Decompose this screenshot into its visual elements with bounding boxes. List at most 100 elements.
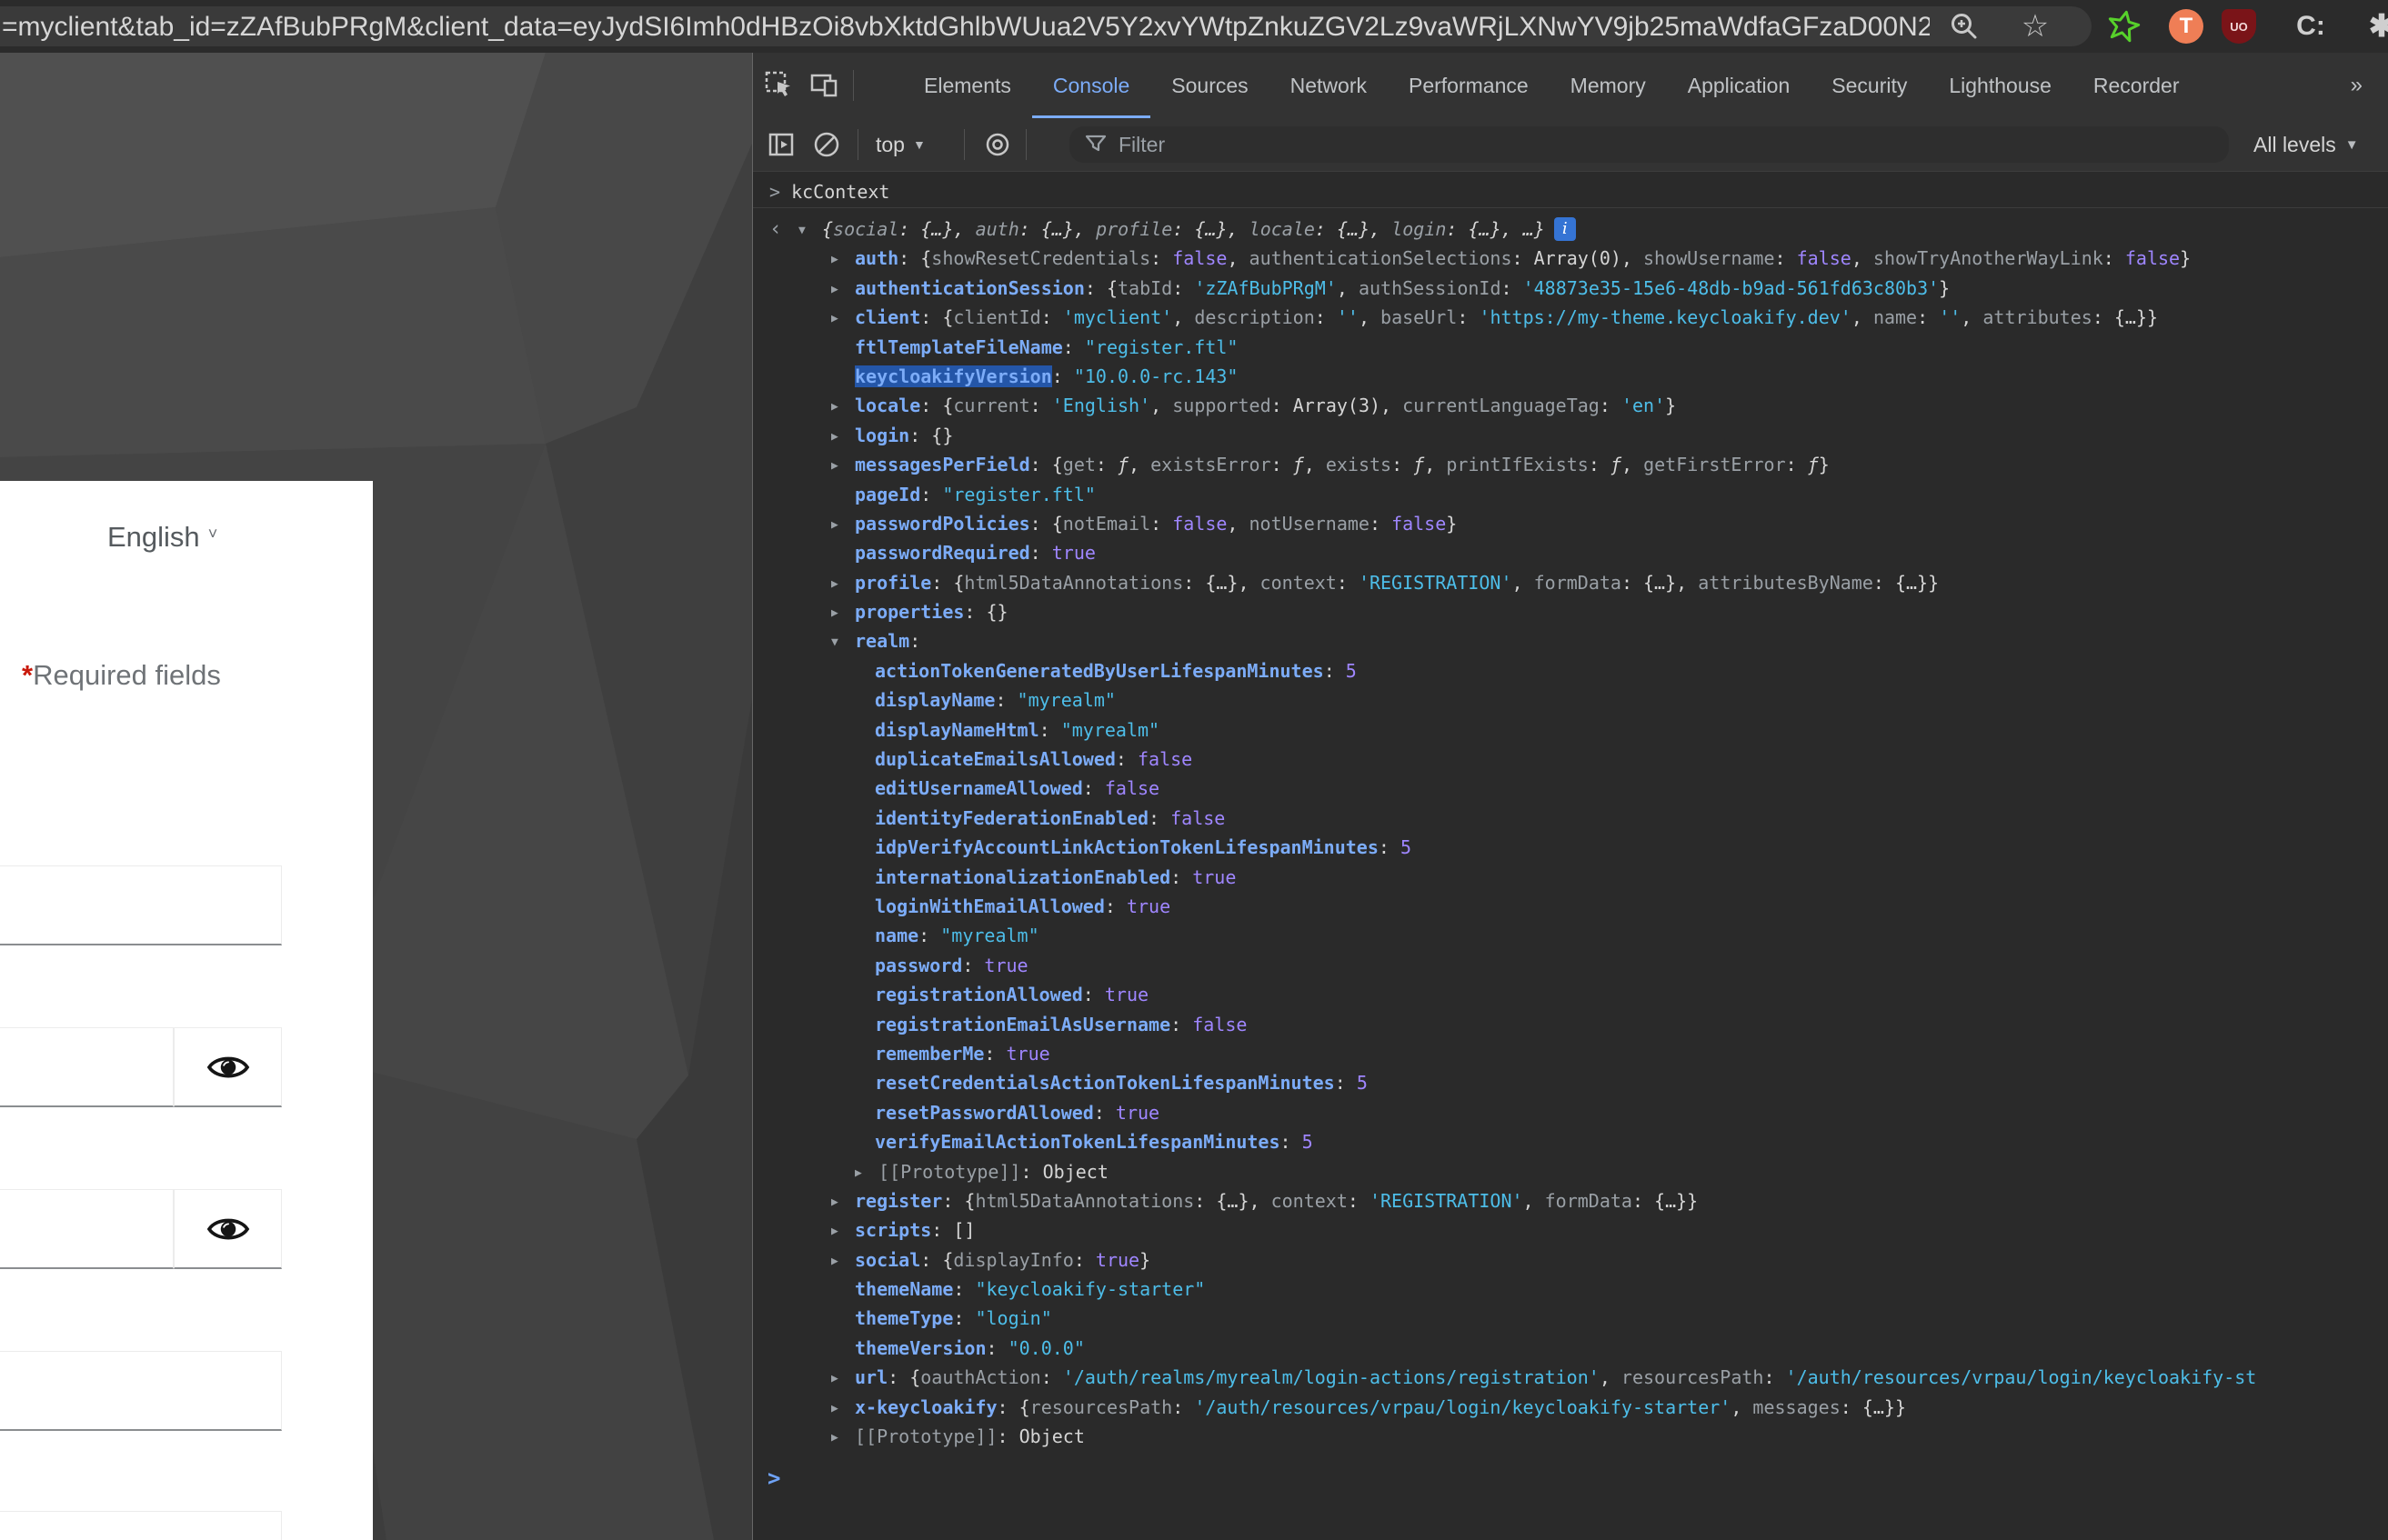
address-bar[interactable]: =myclient&tab_id=zZAfBubPRgM&client_data… (0, 6, 2092, 46)
more-tabs-button[interactable]: » (2351, 73, 2361, 98)
console-token: 'myclient' (1063, 306, 1172, 328)
console-token: : { (1085, 277, 1118, 299)
chevron-down-icon: ˅ (208, 525, 218, 543)
console-token: , (1961, 306, 1982, 328)
disclosure-triangle-icon[interactable]: ▶ (831, 511, 855, 538)
disclosure-triangle-icon[interactable]: ▶ (831, 245, 855, 273)
console-token: , (1227, 247, 1249, 269)
disclosure-triangle-icon[interactable]: ▶ (831, 1247, 855, 1275)
console-token: : {…}} (1841, 1396, 1906, 1418)
console-token: baseUrl (1380, 306, 1457, 328)
password-visibility-toggle-1[interactable] (174, 1027, 282, 1107)
console-token: : (953, 1307, 975, 1329)
disclosure-triangle-icon[interactable]: ▶ (831, 1217, 855, 1245)
execution-context-selector[interactable]: top ▼ (876, 118, 926, 171)
console-token: keycloakifyVersion (855, 365, 1052, 387)
console-token: formData (1545, 1190, 1632, 1212)
console-token: register (855, 1190, 942, 1212)
console-row: internationalizationEnabled: true (753, 863, 2388, 892)
console-token: oauthAction (920, 1366, 1040, 1388)
extension-t-icon[interactable]: T (2169, 9, 2203, 44)
disclosure-triangle-icon[interactable]: ▶ (855, 1159, 878, 1186)
extension-green-star-icon[interactable] (2105, 8, 2142, 45)
tab-network[interactable]: Network (1269, 53, 1388, 118)
password-input-1[interactable] (0, 1027, 174, 1107)
disclosure-triangle-icon[interactable]: ▶ (831, 393, 855, 420)
tab-memory[interactable]: Memory (1550, 53, 1667, 118)
console-token: ƒ (1413, 454, 1424, 475)
log-levels-selector[interactable]: All levels ▼ (2253, 118, 2359, 171)
console-sidebar-toggle-icon[interactable] (762, 125, 800, 164)
password-visibility-toggle-2[interactable] (174, 1189, 282, 1269)
inspect-cursor-icon (764, 70, 795, 101)
disclosure-triangle-icon[interactable]: ▶ (831, 599, 855, 626)
console-token: : {} (909, 425, 953, 446)
console-row: idpVerifyAccountLinkActionTokenLifespanM… (753, 833, 2388, 862)
tab-security[interactable]: Security (1811, 53, 1928, 118)
text-input-1[interactable] (0, 865, 282, 945)
extension-shield-icon[interactable]: UO (2222, 9, 2256, 44)
console-output: > kcContext‹▼{social: {…}, auth: {…}, pr… (753, 171, 2388, 1540)
console-token: } (1665, 395, 1676, 416)
bookmark-star-icon[interactable]: ☆ (2017, 8, 2053, 45)
disclosure-triangle-icon[interactable]: ▶ (831, 1188, 855, 1215)
disclosure-triangle-icon[interactable]: ▶ (831, 452, 855, 479)
console-token: false (1172, 513, 1227, 535)
info-badge-icon[interactable]: i (1554, 217, 1576, 241)
disclosure-triangle-icon[interactable]: ▶ (831, 275, 855, 303)
clear-console-icon[interactable] (808, 125, 846, 164)
device-toolbar-icon[interactable] (806, 66, 844, 105)
zoom-page-icon[interactable] (1946, 8, 1982, 45)
console-token: true (1007, 1043, 1050, 1065)
disclosure-triangle-icon[interactable]: ▶ (831, 423, 855, 450)
console-token: : {…}, (1194, 1190, 1270, 1212)
password-input-2[interactable] (0, 1189, 174, 1269)
console-token: '/auth/resources/vrpau/login/keycloakify… (1786, 1366, 2257, 1388)
inspect-element-icon[interactable] (760, 66, 798, 105)
console-token: "register.ftl" (942, 484, 1096, 505)
console-token: "register.ftl" (1085, 336, 1239, 358)
disclosure-triangle-icon[interactable]: ▶ (831, 1395, 855, 1422)
disclosure-triangle-icon[interactable]: ▶ (831, 570, 855, 597)
extension-cz-icon[interactable]: C: (2293, 9, 2328, 44)
disclosure-triangle-icon[interactable]: ▶ (831, 1424, 855, 1451)
console-token: : { (1030, 454, 1063, 475)
tab-application[interactable]: Application (1667, 53, 1811, 118)
console-token: '/auth/resources/vrpau/login/keycloakify… (1194, 1396, 1731, 1418)
console-row: pageId: "register.ftl" (753, 480, 2388, 509)
extension-partial-icon[interactable]: ✱ (2364, 9, 2388, 44)
console-filter-input[interactable]: Filter (1069, 126, 2229, 163)
console-token: : {…}, …} (1446, 218, 1544, 240)
console-token: : Array(3), (1271, 395, 1403, 416)
console-token: ftlTemplateFileName (855, 336, 1063, 358)
divider (1026, 129, 1027, 160)
console-token: registrationEmailAsUsername (875, 1014, 1170, 1035)
console-token: resourcesPath (1030, 1396, 1173, 1418)
live-expression-eye-icon[interactable] (978, 125, 1017, 164)
tab-performance[interactable]: Performance (1388, 53, 1550, 118)
tab-elements[interactable]: Elements (903, 53, 1032, 118)
console-token: ƒ (1610, 454, 1621, 475)
tab-sources[interactable]: Sources (1150, 53, 1269, 118)
tab-recorder[interactable]: Recorder (2072, 53, 2201, 118)
console-row: ▶[[Prototype]]: Object (753, 1157, 2388, 1186)
console-token: : (1150, 247, 1172, 269)
disclosure-triangle-icon[interactable]: ▶ (831, 305, 855, 332)
disclosure-triangle-icon[interactable]: ▶ (831, 1365, 855, 1392)
console-token: registrationAllowed (875, 984, 1083, 1005)
url-text[interactable]: =myclient&tab_id=zZAfBubPRgM&client_data… (2, 6, 1930, 46)
disclosure-triangle-icon[interactable]: ▼ (798, 216, 822, 244)
console-token: profile (855, 572, 931, 594)
console-token: : (2103, 247, 2125, 269)
tab-lighthouse[interactable]: Lighthouse (1928, 53, 2072, 118)
text-input-3-partial[interactable] (0, 1511, 282, 1540)
disclosure-triangle-icon[interactable]: ▼ (831, 628, 855, 655)
console-token: clientId (953, 306, 1040, 328)
console-token: : (1337, 572, 1359, 594)
language-selector[interactable]: English˅ (107, 521, 217, 554)
text-input-2[interactable] (0, 1351, 282, 1431)
console-token: authenticationSelections (1249, 247, 1512, 269)
console-row: verifyEmailActionTokenLifespanMinutes: 5 (753, 1127, 2388, 1156)
tab-console[interactable]: Console (1032, 53, 1150, 118)
console-token: messagesPerField (855, 454, 1030, 475)
